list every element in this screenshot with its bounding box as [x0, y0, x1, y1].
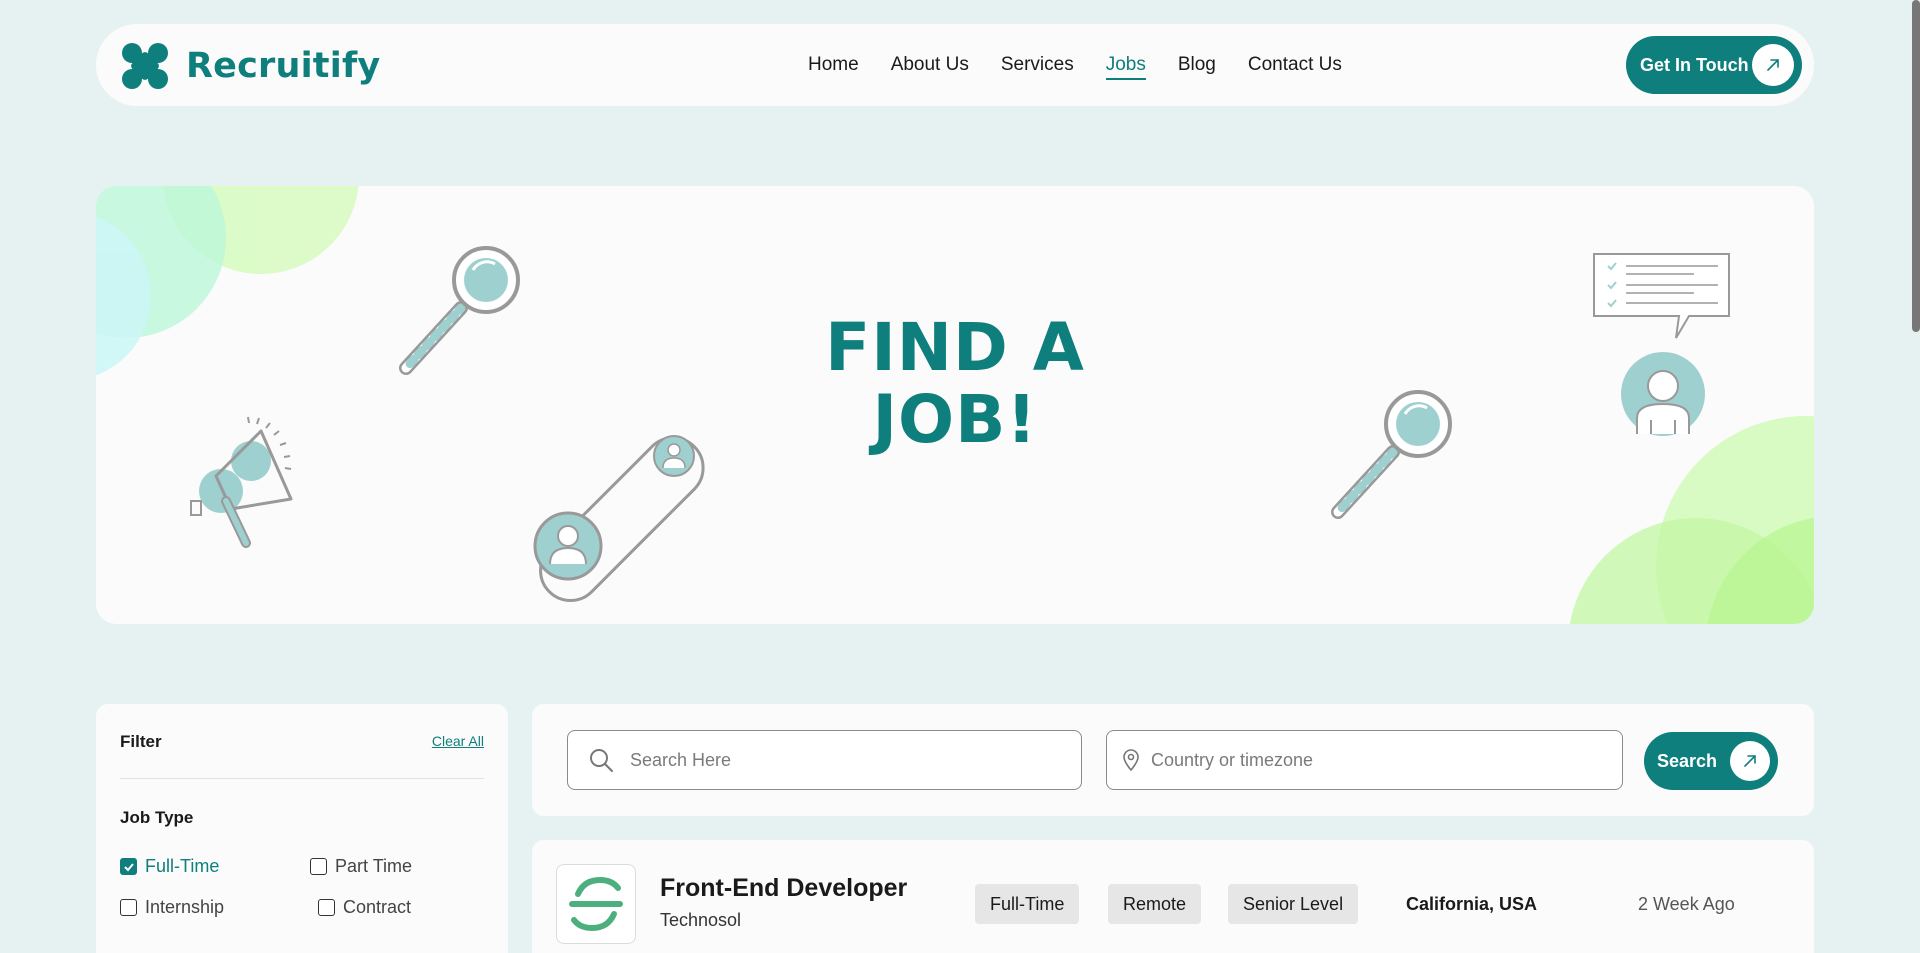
checkbox-label: Internship — [145, 897, 225, 917]
page-scrollbar[interactable] — [1910, 0, 1920, 953]
brand-logo[interactable]: Recruitify — [120, 41, 380, 91]
main-menu: Home About Us Services Jobs Blog Contact… — [808, 54, 1374, 80]
arrow-up-right-icon — [1752, 44, 1794, 86]
get-in-touch-label: Get In Touch — [1640, 54, 1749, 75]
filter-title: Filter — [120, 732, 162, 751]
checkbox-box — [120, 899, 137, 916]
checkbox-box — [310, 858, 327, 875]
hero-title-line2: JOB! — [872, 381, 1038, 458]
job-type-heading: Job Type — [120, 808, 194, 827]
search-panel: Search Here Country or timezone Search — [532, 704, 1814, 816]
filter-panel: Filter Clear All Job Type Full-Time Part… — [96, 704, 508, 953]
arrow-up-right-icon — [1730, 741, 1770, 781]
nav-blog[interactable]: Blog — [1178, 54, 1216, 80]
search-button[interactable]: Search — [1644, 732, 1778, 790]
get-in-touch-button[interactable]: Get In Touch — [1626, 36, 1802, 94]
search-icon — [590, 749, 613, 772]
check-icon — [120, 858, 137, 875]
job-location: California, USA — [1406, 894, 1538, 914]
brand-name: Recruitify — [186, 46, 381, 86]
checkbox-label: Contract — [343, 897, 412, 917]
hero-banner: FIND A JOB! — [96, 186, 1814, 624]
keyword-placeholder: Search Here — [630, 749, 732, 770]
job-tag: Senior Level — [1228, 884, 1359, 924]
checkbox-full-time[interactable]: Full-Time — [120, 856, 219, 877]
nav-about-us[interactable]: About Us — [891, 54, 969, 80]
divider — [120, 778, 484, 779]
scrollbar-thumb[interactable] — [1912, 0, 1920, 332]
location-pin-icon — [1123, 749, 1139, 772]
nav-home[interactable]: Home — [808, 54, 859, 80]
job-card[interactable]: Front-End Developer Technosol Full-Time … — [532, 840, 1814, 953]
checkbox-part-time[interactable]: Part Time — [310, 856, 412, 877]
logo-icon — [122, 43, 168, 89]
navbar: Recruitify Home About Us Services Jobs B… — [96, 24, 1814, 106]
nav-services[interactable]: Services — [1001, 54, 1074, 80]
hero-title-line1: FIND A — [825, 309, 1085, 386]
location-placeholder: Country or timezone — [1151, 749, 1314, 770]
clear-all-link[interactable]: Clear All — [432, 733, 484, 749]
job-posted-time: 2 Week Ago — [1638, 894, 1735, 914]
keyword-search-input[interactable]: Search Here — [567, 730, 1082, 790]
company-name: Technosol — [660, 910, 742, 930]
checkbox-contract[interactable]: Contract — [318, 897, 411, 918]
job-title[interactable]: Front-End Developer — [660, 874, 907, 903]
hero-title: FIND A JOB! — [96, 312, 1814, 456]
checkbox-internship[interactable]: Internship — [120, 897, 224, 918]
nav-contact-us[interactable]: Contact Us — [1248, 54, 1342, 80]
location-input[interactable]: Country or timezone — [1106, 730, 1623, 790]
checkbox-label: Full-Time — [145, 856, 220, 876]
search-button-label: Search — [1657, 750, 1718, 771]
nav-jobs[interactable]: Jobs — [1105, 54, 1146, 80]
checkbox-box — [318, 899, 335, 916]
job-tag: Remote — [1108, 884, 1202, 924]
company-logo — [556, 864, 636, 944]
technosol-logo-icon — [569, 876, 623, 932]
job-tag: Full-Time — [975, 884, 1080, 924]
checkbox-label: Part Time — [335, 856, 413, 876]
